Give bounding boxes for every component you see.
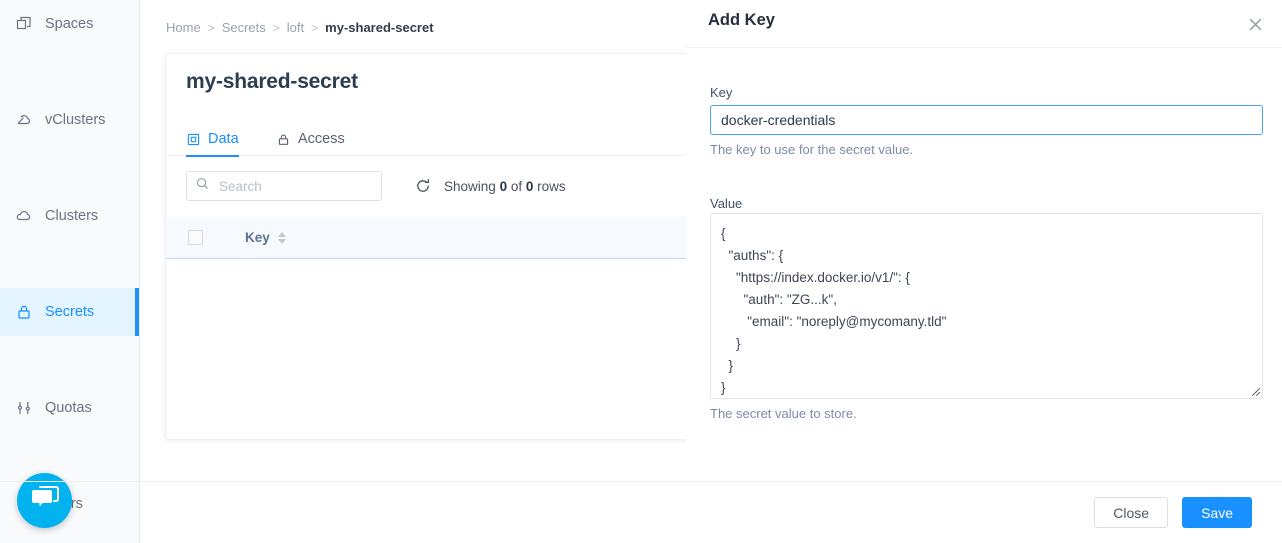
rows-suffix: rows bbox=[537, 178, 566, 194]
breadcrumb-current: my-shared-secret bbox=[325, 20, 434, 35]
sidebar-item-quotas[interactable]: Quotas bbox=[0, 384, 139, 432]
breadcrumb-separator: > bbox=[207, 20, 215, 35]
drawer-title: Add Key bbox=[708, 11, 775, 29]
save-icon bbox=[186, 132, 200, 146]
search-input[interactable] bbox=[217, 177, 372, 195]
drawer-footer: Close Save bbox=[0, 481, 1282, 543]
breadcrumb-separator: > bbox=[272, 20, 280, 35]
sidebar-label: Secrets bbox=[45, 304, 95, 320]
value-textarea-wrapper bbox=[710, 213, 1263, 399]
rows-middle: of bbox=[510, 178, 523, 194]
key-input-wrapper bbox=[710, 105, 1263, 135]
lock-icon bbox=[16, 304, 32, 320]
key-field-label: Key bbox=[710, 85, 733, 100]
sidebar-label: Clusters bbox=[45, 208, 99, 224]
close-icon[interactable] bbox=[1242, 11, 1268, 37]
search-box[interactable] bbox=[186, 171, 382, 201]
tab-access[interactable]: Access bbox=[276, 122, 345, 156]
table-toolbar: Showing 0 of 0 rows bbox=[186, 171, 566, 201]
select-all-checkbox[interactable] bbox=[188, 230, 203, 245]
tab-data[interactable]: Data bbox=[186, 122, 239, 157]
breadcrumb-item-secrets[interactable]: Secrets bbox=[222, 20, 266, 35]
sidebar: Spaces vClusters Clusters Secrets Quotas bbox=[0, 0, 140, 543]
key-input[interactable] bbox=[710, 105, 1263, 135]
drawer-header: Add Key bbox=[686, 0, 1282, 48]
rows-total: 0 bbox=[525, 178, 534, 194]
select-all-checkbox-cell bbox=[188, 230, 203, 245]
lock-icon bbox=[276, 132, 290, 146]
search-icon bbox=[196, 177, 209, 195]
spaces-icon bbox=[16, 16, 32, 32]
sort-toggle-icon[interactable] bbox=[277, 231, 286, 244]
close-button[interactable]: Close bbox=[1094, 497, 1169, 528]
value-field-label: Value bbox=[710, 196, 743, 211]
column-header-key[interactable]: Key bbox=[245, 230, 286, 245]
save-button[interactable]: Save bbox=[1182, 497, 1252, 528]
refresh-icon[interactable] bbox=[414, 177, 432, 195]
sidebar-item-vclusters[interactable]: vClusters bbox=[0, 96, 139, 144]
sidebar-label: Spaces bbox=[45, 16, 94, 32]
value-field-hint: The secret value to store. bbox=[710, 406, 857, 421]
tab-label: Data bbox=[208, 131, 239, 147]
tab-label: Access bbox=[298, 131, 345, 147]
column-header-label: Key bbox=[245, 230, 270, 245]
breadcrumb-item-home[interactable]: Home bbox=[166, 20, 201, 35]
breadcrumb-separator: > bbox=[311, 20, 319, 35]
app-root: Spaces vClusters Clusters Secrets Quotas… bbox=[0, 0, 1282, 543]
vclusters-icon bbox=[16, 112, 32, 128]
page-title: my-shared-secret bbox=[186, 70, 358, 93]
rows-count-label: Showing 0 of 0 rows bbox=[444, 179, 566, 194]
key-field-hint: The key to use for the secret value. bbox=[710, 142, 914, 157]
breadcrumb-item-loft[interactable]: loft bbox=[287, 20, 304, 35]
clusters-icon bbox=[16, 208, 32, 224]
sidebar-item-clusters[interactable]: Clusters bbox=[0, 192, 139, 240]
rows-shown: 0 bbox=[499, 178, 508, 194]
breadcrumb: Home > Secrets > loft > my-shared-secret bbox=[166, 20, 434, 35]
sidebar-item-secrets[interactable]: Secrets bbox=[0, 288, 139, 336]
value-textarea[interactable] bbox=[711, 214, 1262, 398]
sliders-icon bbox=[16, 400, 32, 416]
sidebar-label: vClusters bbox=[45, 112, 106, 128]
sidebar-label: Quotas bbox=[45, 400, 92, 416]
rows-prefix: Showing bbox=[444, 178, 496, 194]
sidebar-item-spaces[interactable]: Spaces bbox=[0, 0, 139, 48]
